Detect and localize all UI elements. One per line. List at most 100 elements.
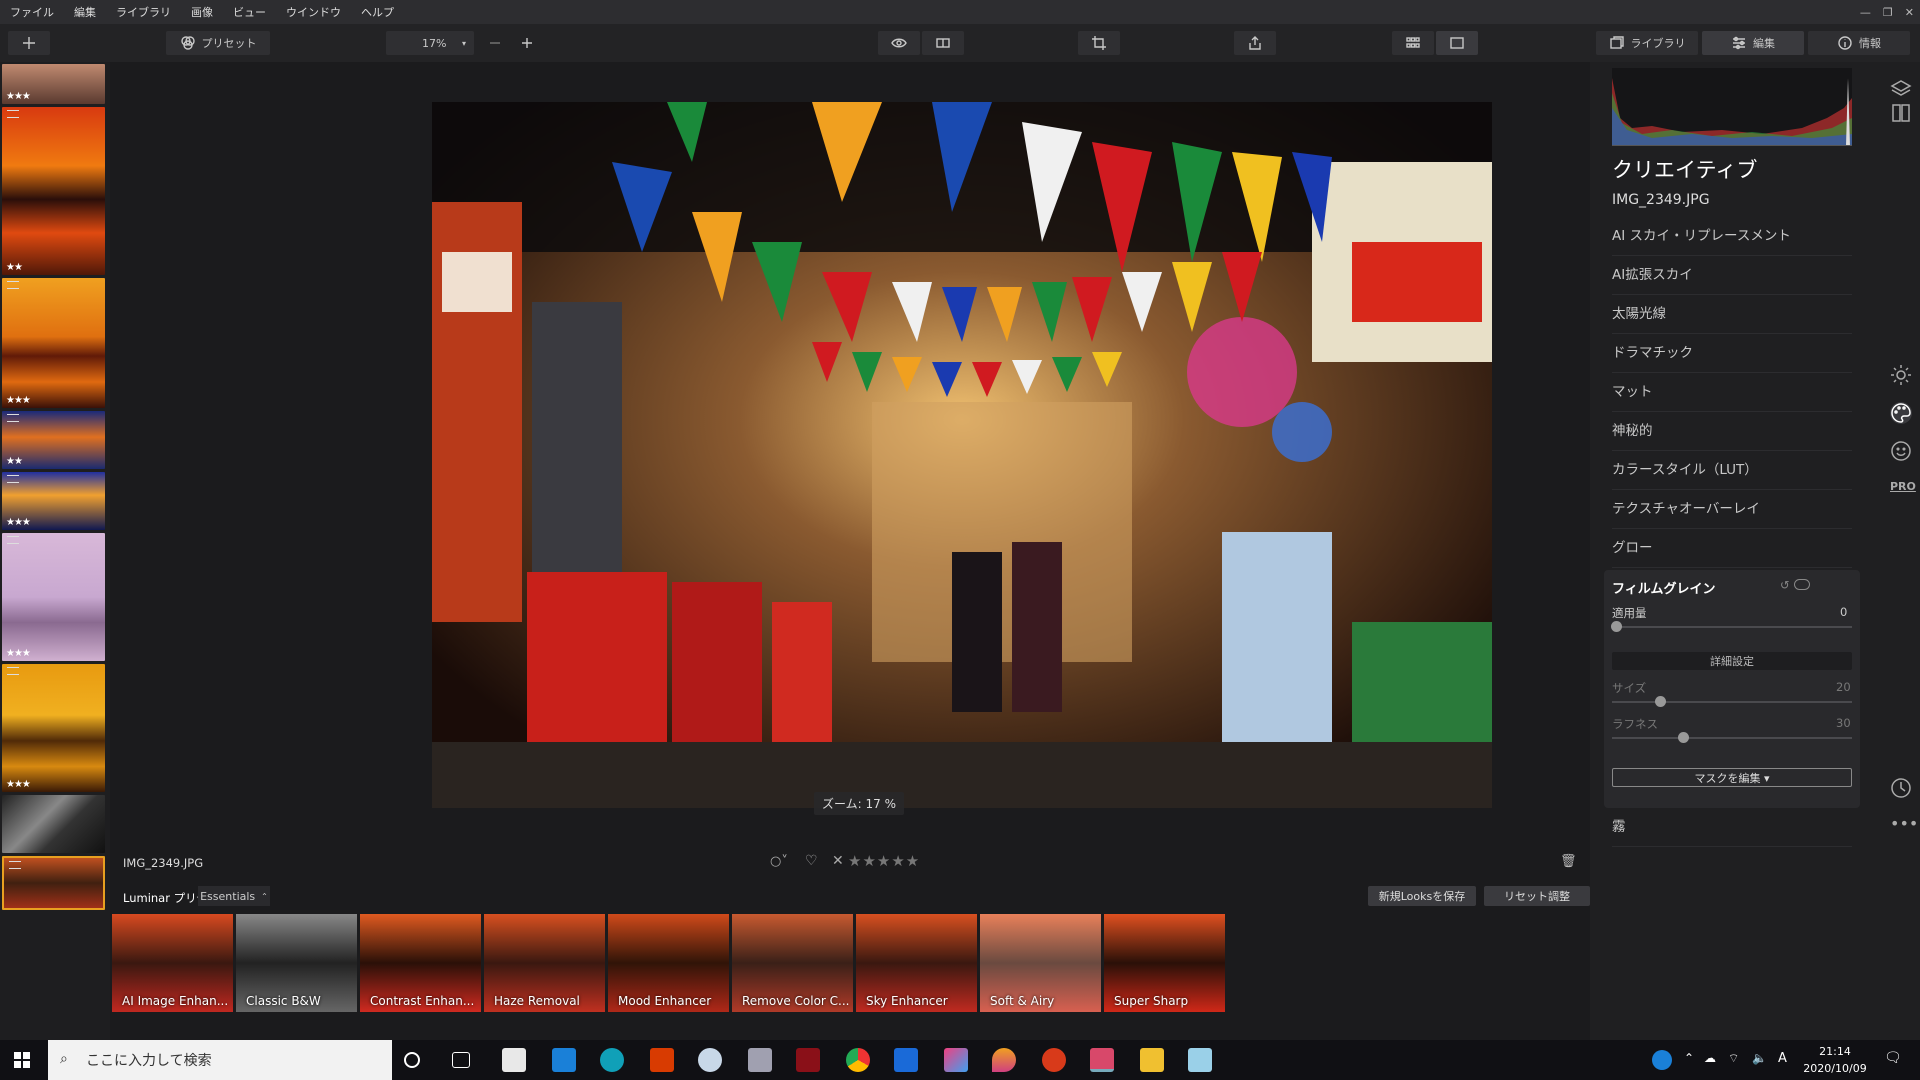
preview-toggle-button[interactable] bbox=[878, 31, 920, 55]
calculator-icon[interactable] bbox=[748, 1048, 772, 1072]
tool-fog[interactable]: 霧 bbox=[1612, 809, 1852, 847]
wifi-icon[interactable]: ⌔ bbox=[1728, 1051, 1739, 1066]
tool-color-style-lut[interactable]: カラースタイル（LUT） bbox=[1612, 452, 1852, 490]
preset-thumb[interactable]: Contrast Enhan... bbox=[360, 914, 481, 1012]
roughness-slider[interactable] bbox=[1612, 732, 1852, 743]
add-photos-button[interactable] bbox=[8, 31, 50, 55]
share-button[interactable] bbox=[1234, 31, 1276, 55]
chrome-icon[interactable] bbox=[846, 1048, 870, 1072]
more-icon[interactable]: ••• bbox=[1890, 814, 1918, 836]
volume-icon[interactable]: 🔈 bbox=[1752, 1051, 1767, 1065]
preset-thumb[interactable]: Classic B&W bbox=[236, 914, 357, 1012]
chevron-up-icon[interactable]: ⌃ bbox=[1684, 1051, 1694, 1065]
luminar-icon[interactable] bbox=[1090, 1048, 1114, 1072]
favorite-heart-icon[interactable]: ♡ bbox=[805, 853, 818, 869]
notifications-icon[interactable]: 🗨 bbox=[1884, 1050, 1902, 1066]
filmstrip-thumb[interactable]: ★★★ bbox=[2, 278, 105, 408]
taskbar-search-input[interactable]: ⌕ ここに入力して検索 bbox=[48, 1040, 392, 1080]
presets-collection-dropdown[interactable]: Essentials ⌃ bbox=[198, 886, 270, 906]
app-icon[interactable] bbox=[1188, 1048, 1212, 1072]
photos-app-icon[interactable] bbox=[698, 1048, 722, 1072]
tab-library[interactable]: ライブラリ bbox=[1596, 31, 1698, 55]
app-icon[interactable] bbox=[894, 1048, 918, 1072]
layers-icon[interactable] bbox=[1890, 78, 1912, 100]
preset-thumb[interactable]: Haze Removal bbox=[484, 914, 605, 1012]
tool-dramatic[interactable]: ドラマチック bbox=[1612, 335, 1852, 373]
preset-thumb[interactable]: Remove Color C... bbox=[732, 914, 853, 1012]
save-look-button[interactable]: 新規Looksを保存 bbox=[1368, 886, 1476, 906]
zoom-in-button[interactable] bbox=[516, 31, 538, 55]
tab-info[interactable]: 情報 bbox=[1808, 31, 1910, 55]
preset-thumb[interactable]: Super Sharp bbox=[1104, 914, 1225, 1012]
restore-icon[interactable]: ❐ bbox=[1883, 6, 1893, 19]
edge-icon[interactable] bbox=[600, 1048, 624, 1072]
menu-view[interactable]: ビュー bbox=[223, 4, 276, 20]
amount-slider-knob[interactable] bbox=[1611, 621, 1622, 632]
filmstrip-thumb[interactable]: ★★ bbox=[2, 107, 105, 275]
visibility-toggle-icon[interactable] bbox=[1794, 579, 1810, 590]
file-explorer-icon[interactable] bbox=[1140, 1048, 1164, 1072]
filmstrip-thumb[interactable] bbox=[2, 795, 105, 853]
app-icon[interactable] bbox=[944, 1048, 968, 1072]
face-icon[interactable] bbox=[1890, 440, 1912, 462]
pro-label[interactable]: PRO bbox=[1890, 480, 1916, 502]
zoom-out-button[interactable] bbox=[484, 31, 506, 55]
ime-indicator[interactable]: A bbox=[1778, 1051, 1787, 1066]
close-icon[interactable]: ✕ bbox=[1905, 6, 1914, 19]
filmstrip-thumb[interactable]: ★★★ bbox=[2, 533, 105, 661]
color-label-icon[interactable]: ○˅ bbox=[770, 854, 788, 869]
office-icon[interactable] bbox=[650, 1048, 674, 1072]
cortana-icon[interactable] bbox=[404, 1052, 420, 1068]
single-view-button[interactable] bbox=[1436, 31, 1478, 55]
reset-adjustments-button[interactable]: リセット調整 bbox=[1484, 886, 1590, 906]
canvas-icon[interactable] bbox=[1890, 102, 1912, 124]
crop-button[interactable] bbox=[1078, 31, 1120, 55]
store-icon[interactable] bbox=[502, 1048, 526, 1072]
advanced-settings-toggle[interactable]: 詳細設定 bbox=[1612, 652, 1852, 670]
menu-edit[interactable]: 編集 bbox=[64, 4, 106, 20]
filmstrip-thumb[interactable]: ★★★ bbox=[2, 64, 105, 104]
task-view-icon[interactable] bbox=[452, 1052, 470, 1068]
palette-icon[interactable] bbox=[1890, 402, 1912, 424]
windows-start-icon[interactable] bbox=[14, 1052, 30, 1068]
compare-button[interactable] bbox=[922, 31, 964, 55]
preset-thumb[interactable]: Soft & Airy bbox=[980, 914, 1101, 1012]
main-photo[interactable] bbox=[432, 102, 1492, 808]
image-canvas[interactable]: ズーム: 17 % bbox=[110, 62, 1590, 848]
tool-matte[interactable]: マット bbox=[1612, 374, 1852, 412]
tool-ai-augmented-sky[interactable]: AI拡張スカイ bbox=[1612, 257, 1852, 295]
rating-stars[interactable]: ★★★★★ bbox=[848, 852, 920, 870]
filmstrip-thumb[interactable]: ★★ bbox=[2, 411, 105, 469]
amount-slider[interactable] bbox=[1611, 621, 1852, 632]
trash-icon[interactable]: 🗑 bbox=[1560, 854, 1577, 869]
zoom-select[interactable]: 17% ▾ bbox=[386, 31, 474, 55]
sun-icon[interactable] bbox=[1890, 364, 1912, 386]
menu-help[interactable]: ヘルプ bbox=[351, 4, 404, 20]
filmstrip-thumb-selected[interactable] bbox=[2, 856, 105, 910]
size-slider[interactable] bbox=[1612, 696, 1852, 707]
roughness-slider-knob[interactable] bbox=[1678, 732, 1689, 743]
menu-window[interactable]: ウインドウ bbox=[276, 4, 351, 20]
preset-thumb[interactable]: Sky Enhancer bbox=[856, 914, 977, 1012]
filmstrip-thumb[interactable]: ★★★ bbox=[2, 664, 105, 792]
presets-button[interactable]: プリセット bbox=[166, 31, 270, 55]
preset-thumb[interactable]: Mood Enhancer bbox=[608, 914, 729, 1012]
tool-mystical[interactable]: 神秘的 bbox=[1612, 413, 1852, 451]
tool-glow[interactable]: グロー bbox=[1612, 530, 1852, 568]
help-icon[interactable] bbox=[1652, 1050, 1672, 1070]
tool-ai-sky-replacement[interactable]: AI スカイ・リプレースメント bbox=[1612, 218, 1852, 256]
app-icon[interactable] bbox=[796, 1048, 820, 1072]
reject-icon[interactable]: ✕ bbox=[832, 853, 844, 869]
cloud-icon[interactable]: ☁ bbox=[1704, 1051, 1716, 1065]
menu-image[interactable]: 画像 bbox=[181, 4, 223, 20]
menu-file[interactable]: ファイル bbox=[0, 4, 64, 20]
filmstrip-thumb[interactable]: ★★★ bbox=[2, 472, 105, 530]
history-icon[interactable] bbox=[1890, 777, 1912, 799]
reset-icon[interactable]: ↺ bbox=[1780, 578, 1790, 592]
clock[interactable]: 21:14 2020/10/09 bbox=[1790, 1043, 1880, 1077]
size-slider-knob[interactable] bbox=[1655, 696, 1666, 707]
tab-edit[interactable]: 編集 bbox=[1702, 31, 1804, 55]
app-icon[interactable] bbox=[1042, 1048, 1066, 1072]
edit-mask-button[interactable]: マスクを編集 ▾ bbox=[1612, 768, 1852, 787]
grid-view-button[interactable] bbox=[1392, 31, 1434, 55]
